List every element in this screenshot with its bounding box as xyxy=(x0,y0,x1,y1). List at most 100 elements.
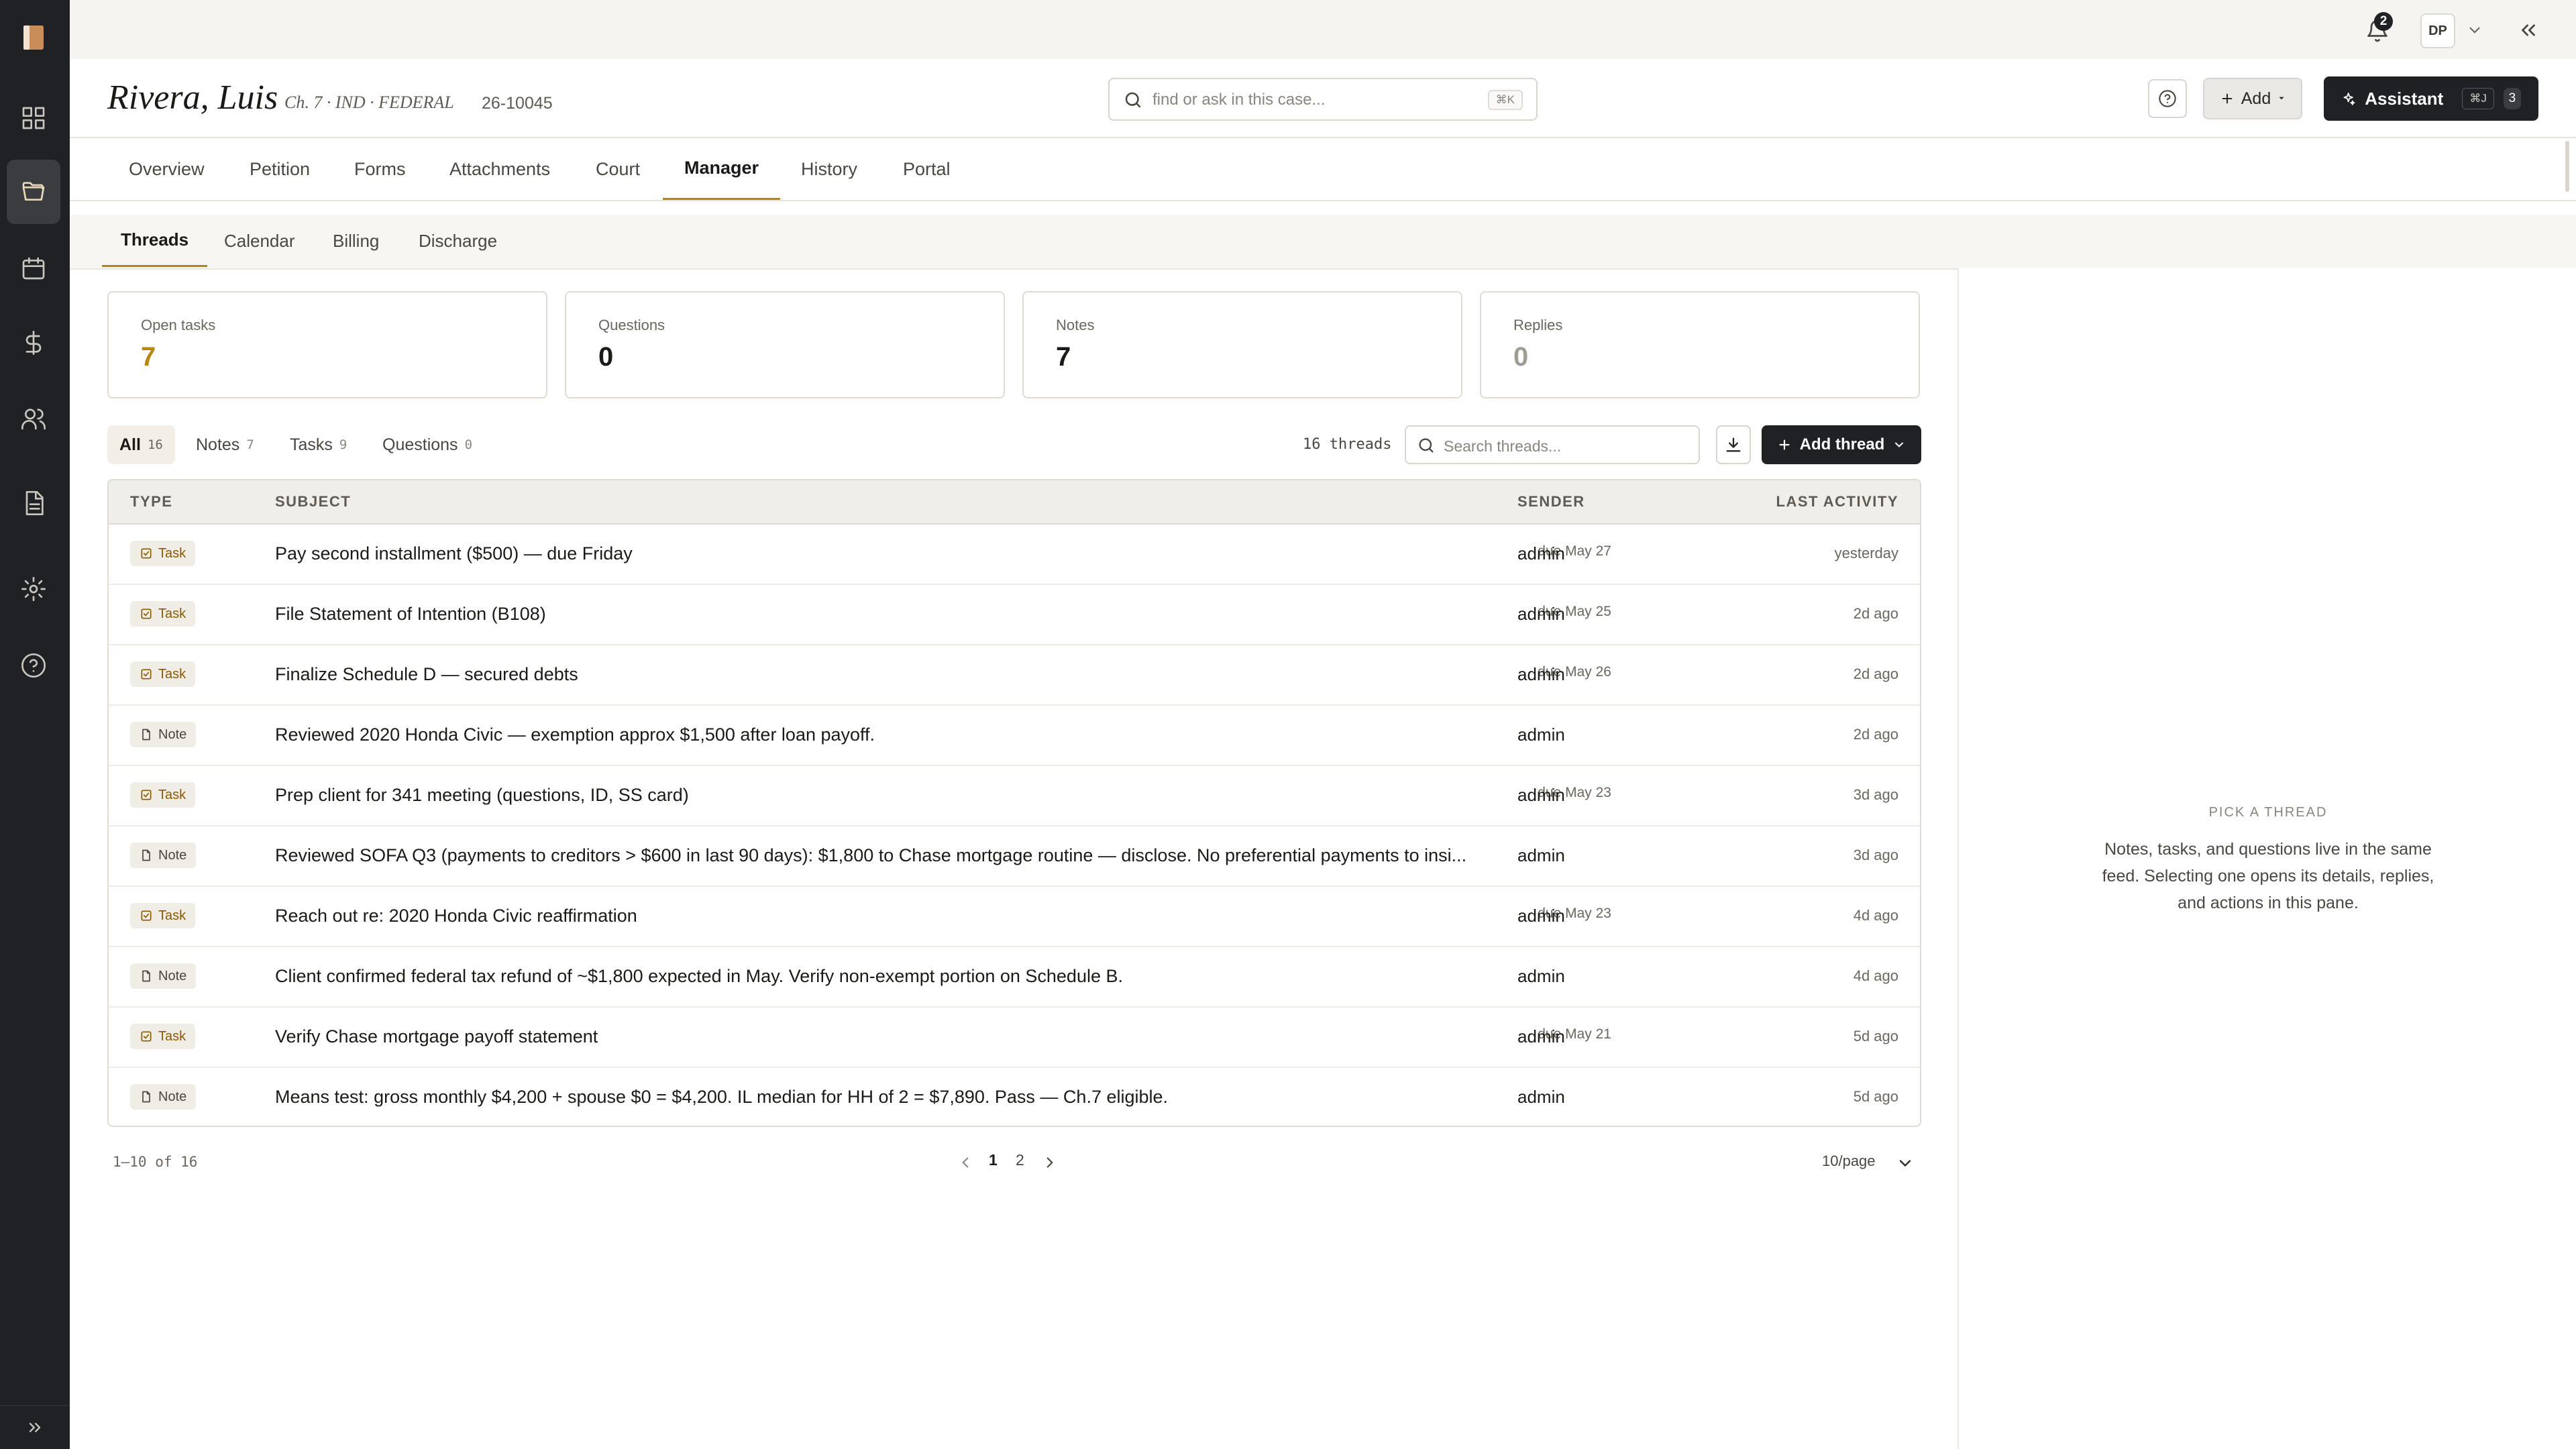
tab-overview[interactable]: Overview xyxy=(129,138,205,200)
assistant-button[interactable]: Assistant ⌘J 3 xyxy=(2324,76,2538,121)
top-bar xyxy=(70,0,2576,60)
thread-subject[interactable]: Means test: gross monthly $4,200 + spous… xyxy=(275,1067,1503,1126)
thread-subject[interactable]: File Statement of Intention (B108) xyxy=(275,584,1415,644)
rail-help[interactable] xyxy=(7,633,60,698)
thread-subject[interactable]: Reach out re: 2020 Honda Civic reaffirma… xyxy=(275,885,1415,946)
notification-badge: 2 xyxy=(2374,12,2393,31)
table-row[interactable]: Task Verify Chase mortgage payoff stateme… xyxy=(109,1006,1920,1068)
help-button[interactable] xyxy=(2148,79,2187,118)
per-page-select[interactable]: 10/page xyxy=(1822,1152,1876,1170)
type-badge: Task xyxy=(130,601,196,627)
table-row[interactable]: Note Client confirmed federal tax refund … xyxy=(109,946,1920,1008)
rail-calendar[interactable] xyxy=(7,236,60,301)
task-checkbox-icon xyxy=(141,669,152,680)
thread-subject[interactable]: Reviewed SOFA Q3 (payments to creditors … xyxy=(275,825,1503,885)
search-icon xyxy=(1419,438,1434,453)
primary-tabs: Overview Petition Forms Attachments Cour… xyxy=(70,138,2576,201)
thread-subject[interactable]: Pay second installment ($500) — due Frid… xyxy=(275,523,1415,584)
rail-dashboard[interactable] xyxy=(7,86,60,150)
thread-subject[interactable]: Verify Chase mortgage payoff statement xyxy=(275,1006,1415,1067)
stat-open-tasks: Open tasks 7 xyxy=(107,291,547,398)
col-subject[interactable]: SUBJECT xyxy=(275,480,351,523)
page-title: Rivera, Luis xyxy=(107,78,278,117)
col-sender[interactable]: SENDER xyxy=(1517,480,1585,523)
add-button[interactable]: Add xyxy=(2203,78,2302,119)
table-row[interactable]: Task Prep client for 341 meeting (questio… xyxy=(109,765,1920,826)
case-search[interactable]: ⌘K xyxy=(1108,78,1538,121)
filter-all[interactable]: All 16 xyxy=(107,425,175,464)
col-type[interactable]: TYPE xyxy=(130,480,172,523)
rail-clients[interactable] xyxy=(7,386,60,451)
table-row[interactable]: Note Reviewed 2020 Honda Civic — exemptio… xyxy=(109,704,1920,766)
expand-rail-button[interactable] xyxy=(0,1405,70,1449)
download-button[interactable] xyxy=(1716,425,1751,464)
stat-value: 7 xyxy=(141,342,156,372)
page-1[interactable]: 1 xyxy=(989,1151,998,1169)
table-header: TYPE SUBJECT SENDER LAST ACTIVITY xyxy=(109,480,1920,525)
thread-subject[interactable]: Prep client for 341 meeting (questions, … xyxy=(275,765,1415,825)
col-last-activity[interactable]: LAST ACTIVITY xyxy=(1776,480,1898,523)
last-activity: 3d ago xyxy=(1853,786,1898,803)
rail-billing[interactable] xyxy=(7,311,60,375)
last-activity: 5d ago xyxy=(1853,1088,1898,1105)
type-label: Note xyxy=(158,1089,187,1104)
pagination-range: 1–10 of 16 xyxy=(113,1154,198,1170)
task-checkbox-icon xyxy=(141,608,152,619)
per-page-dropdown[interactable] xyxy=(1896,1154,1915,1173)
subtab-calendar[interactable]: Calendar xyxy=(224,215,295,267)
tab-attachments[interactable]: Attachments xyxy=(449,138,550,200)
type-label: Note xyxy=(158,847,187,863)
tab-portal[interactable]: Portal xyxy=(903,138,951,200)
folder-icon xyxy=(22,182,45,201)
users-icon xyxy=(21,409,46,430)
last-activity: 2d ago xyxy=(1853,605,1898,622)
table-row[interactable]: Task File Statement of Intention (B108) du… xyxy=(109,584,1920,645)
chevron-down-icon xyxy=(1899,1160,1911,1167)
threads-table: TYPE SUBJECT SENDER LAST ACTIVITY Task Pa… xyxy=(107,479,1921,1127)
tab-forms[interactable]: Forms xyxy=(354,138,406,200)
rail-cases[interactable] xyxy=(7,160,60,224)
table-row[interactable]: Note Reviewed SOFA Q3 (payments to credit… xyxy=(109,825,1920,887)
scrollbar[interactable] xyxy=(2565,141,2569,192)
page-2[interactable]: 2 xyxy=(1016,1151,1024,1169)
case-search-input[interactable] xyxy=(1151,86,1476,114)
table-row[interactable]: Task Reach out re: 2020 Honda Civic reaff… xyxy=(109,885,1920,947)
search-shortcut: ⌘K xyxy=(1487,90,1523,110)
filter-questions[interactable]: Questions 0 xyxy=(370,425,484,464)
rail-settings[interactable] xyxy=(7,557,60,621)
table-row[interactable]: Task Pay second installment ($500) — due … xyxy=(109,523,1920,585)
tab-history[interactable]: History xyxy=(801,138,857,200)
stat-label: Notes xyxy=(1056,317,1095,333)
subtab-discharge[interactable]: Discharge xyxy=(419,215,497,267)
chevron-down-icon xyxy=(2469,27,2480,34)
thread-subject[interactable]: Finalize Schedule D — secured debts xyxy=(275,644,1415,704)
tab-manager[interactable]: Manager xyxy=(663,138,781,200)
thread-search[interactable] xyxy=(1405,425,1700,464)
thread-subject[interactable]: Reviewed 2020 Honda Civic — exemption ap… xyxy=(275,704,1503,765)
app-logo-icon[interactable] xyxy=(21,24,46,51)
rail-documents[interactable] xyxy=(7,471,60,535)
tab-petition[interactable]: Petition xyxy=(250,138,310,200)
collapse-panel-button[interactable] xyxy=(2517,19,2540,42)
subtab-threads[interactable]: Threads xyxy=(102,215,208,267)
add-thread-button[interactable]: Add thread xyxy=(1762,425,1921,464)
sub-tabs: Threads Calendar Billing Discharge xyxy=(70,215,2576,270)
type-badge: Note xyxy=(130,843,197,868)
next-page-button[interactable] xyxy=(1041,1154,1059,1171)
thread-search-input[interactable] xyxy=(1442,433,1693,459)
avatar[interactable]: DP xyxy=(2420,13,2455,48)
filter-tasks[interactable]: Tasks 9 xyxy=(278,425,359,464)
tab-court[interactable]: Court xyxy=(596,138,640,200)
table-row[interactable]: Note Means test: gross monthly $4,200 + s… xyxy=(109,1067,1920,1126)
thread-subject[interactable]: Client confirmed federal tax refund of ~… xyxy=(275,946,1503,1006)
double-chevron-right-icon xyxy=(29,1423,41,1432)
prev-page-button[interactable] xyxy=(957,1154,974,1171)
last-activity: 2d ago xyxy=(1853,726,1898,743)
subtab-billing[interactable]: Billing xyxy=(333,215,379,267)
last-activity: 2d ago xyxy=(1853,665,1898,682)
filter-notes[interactable]: Notes 7 xyxy=(184,425,266,464)
last-activity: yesterday xyxy=(1834,545,1898,561)
account-menu-button[interactable] xyxy=(2466,21,2483,39)
table-row[interactable]: Task Finalize Schedule D — secured debts d… xyxy=(109,644,1920,706)
filter-count: 16 xyxy=(147,437,163,452)
